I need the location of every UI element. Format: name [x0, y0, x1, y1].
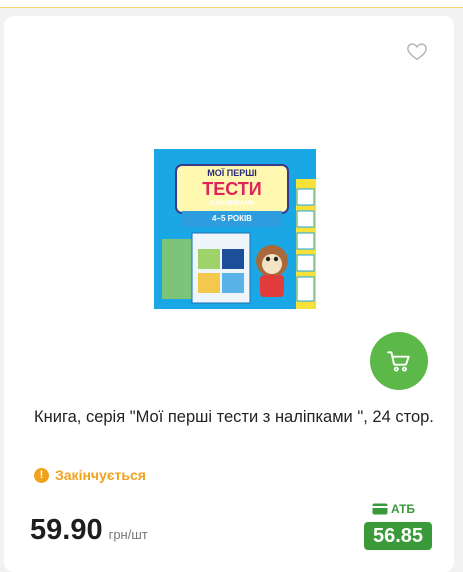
- loyalty-card-icon: [372, 503, 388, 515]
- heart-icon[interactable]: [406, 40, 428, 62]
- loyalty-label: АТБ: [372, 502, 415, 516]
- loyalty-label-text: АТБ: [391, 502, 416, 516]
- cover-line1: МОЇ ПЕРШІ: [207, 168, 257, 178]
- top-strip: [0, 0, 463, 8]
- price-value: 59.90: [30, 514, 103, 546]
- cover-line3: З НАЛІПКАМИ: [209, 200, 255, 207]
- cart-icon: [387, 351, 410, 372]
- cover-line2: ТЕСТИ: [202, 179, 262, 199]
- stock-status-label: Закінчується: [55, 467, 146, 483]
- loyalty-price: 56.85: [364, 522, 432, 550]
- cover-age: 4–5 РОКІВ: [212, 214, 252, 223]
- stock-status: ! Закінчується: [34, 465, 146, 485]
- product-image[interactable]: МОЇ ПЕРШІ ТЕСТИ З НАЛІПКАМИ 4–5 РОКІВ: [154, 149, 316, 309]
- product-title[interactable]: Книга, серія "Мої перші тести з наліпкам…: [34, 404, 434, 431]
- price-block: 59.90 грн/шт: [30, 514, 148, 547]
- price-unit: грн/шт: [108, 527, 148, 542]
- warning-icon: !: [34, 467, 49, 483]
- add-to-cart-button[interactable]: [370, 332, 428, 390]
- product-card[interactable]: МОЇ ПЕРШІ ТЕСТИ З НАЛІПКАМИ 4–5 РОКІВ Кн…: [4, 16, 454, 572]
